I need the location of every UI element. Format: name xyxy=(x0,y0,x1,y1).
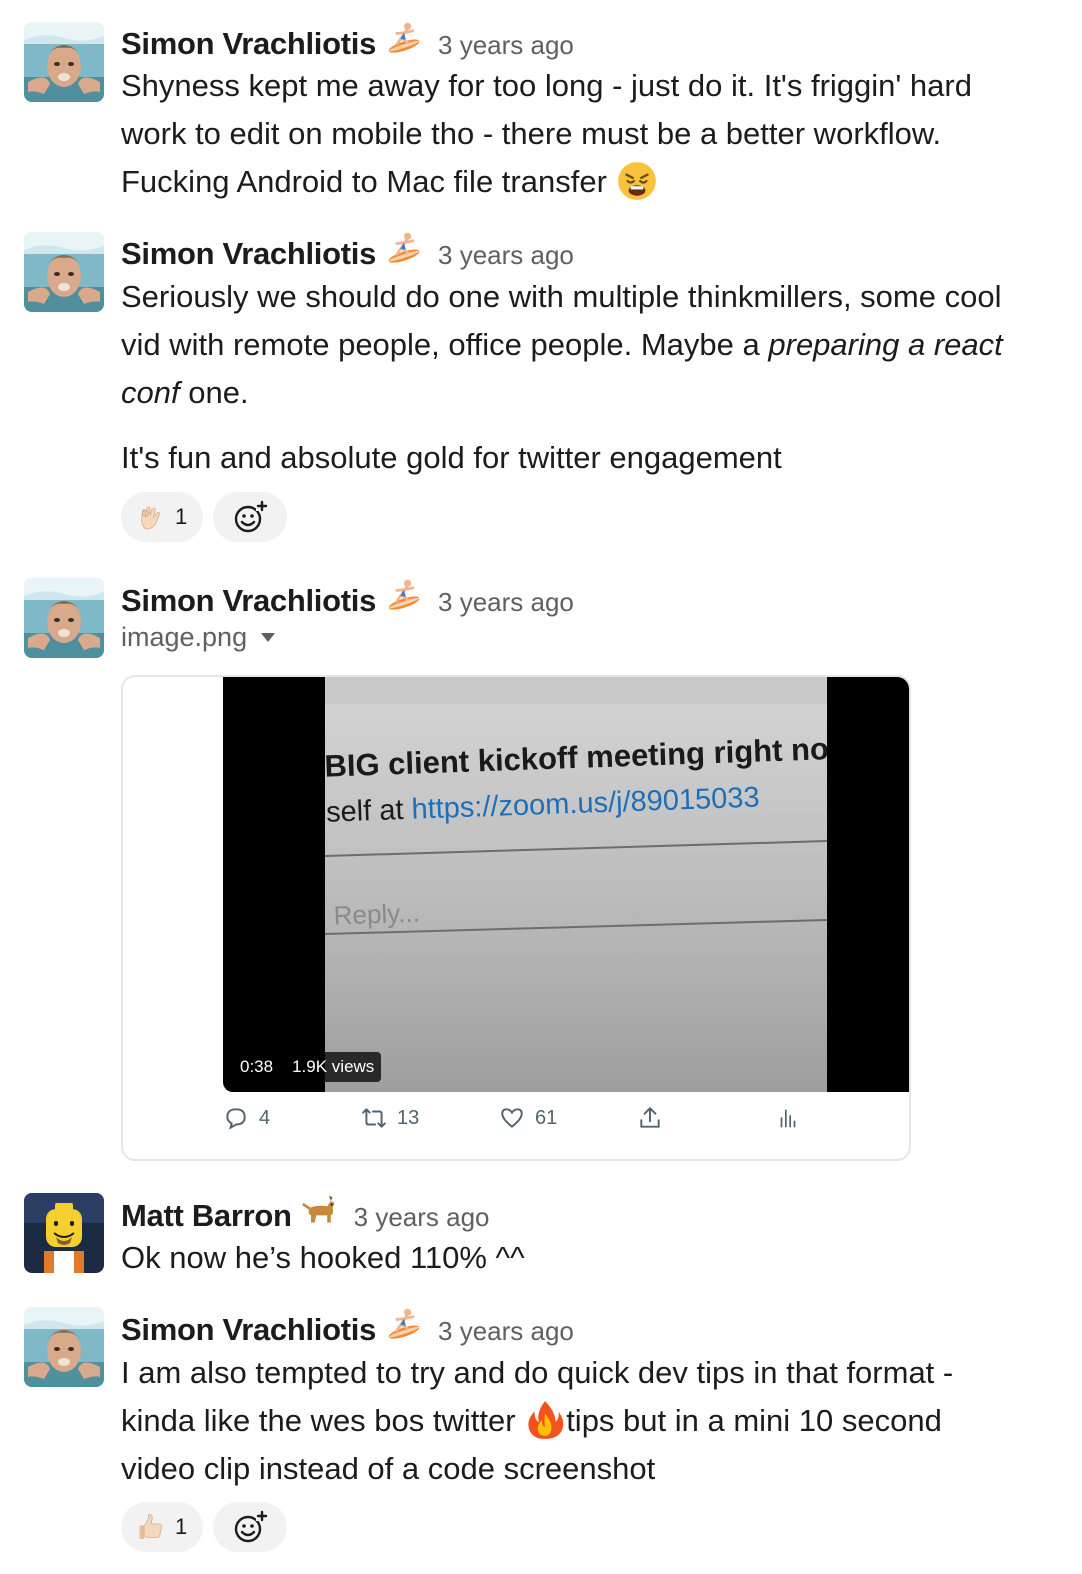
text-line: Seriously we should do one with multiple… xyxy=(121,279,1002,314)
avatar[interactable] xyxy=(24,1307,104,1387)
reply-icon xyxy=(226,1108,246,1130)
avatar[interactable] xyxy=(24,232,104,312)
timestamp[interactable]: 3 years ago xyxy=(438,240,574,271)
video-duration: 0:38 xyxy=(233,1052,281,1082)
text-line: Shyness kept me away for too long - just… xyxy=(121,68,972,103)
retweet-button[interactable]: 13 xyxy=(361,1105,499,1131)
avatar[interactable] xyxy=(24,578,104,658)
heart-icon xyxy=(501,1108,523,1128)
analytics-button[interactable] xyxy=(775,1105,909,1131)
message-text: Seriously we should do one with multiple… xyxy=(121,273,1060,482)
reply-count: 4 xyxy=(259,1106,271,1129)
message-text: Shyness kept me away for too long - just… xyxy=(121,62,1060,206)
author-name[interactable]: Simon Vrachliotis xyxy=(121,236,376,272)
message-text: Ok now he’s hooked 110% ^^ xyxy=(121,1240,525,1275)
avatar[interactable] xyxy=(24,1193,104,1273)
add-reaction-button[interactable] xyxy=(213,1502,288,1552)
video-views: 1.9K views xyxy=(285,1052,382,1082)
message-text: I am also tempted to try and do quick de… xyxy=(121,1349,1060,1493)
timestamp[interactable]: 3 years ago xyxy=(438,587,574,618)
add-reaction-button[interactable] xyxy=(213,492,288,542)
reaction-ok-hand[interactable]: 1 xyxy=(121,492,204,542)
text-line: kinda like the wes bos twitter tips but … xyxy=(121,1397,1060,1445)
surfer-icon xyxy=(386,1306,422,1350)
reaction-thumbs-up[interactable]: 1 xyxy=(121,1502,204,1552)
text-line: video clip instead of a code screenshot xyxy=(121,1451,656,1486)
file-name-toggle[interactable]: image.png xyxy=(121,622,276,653)
author-name[interactable]: Simon Vrachliotis xyxy=(121,1312,376,1348)
video-player[interactable]: BIG client kickoff meeting right no self… xyxy=(223,677,909,1092)
like-button[interactable]: 61 xyxy=(499,1105,637,1131)
add-emoji-icon xyxy=(235,500,269,533)
reaction-count: 1 xyxy=(175,1514,188,1539)
share-icon xyxy=(640,1106,660,1128)
author-name[interactable]: Simon Vrachliotis xyxy=(121,26,376,62)
text-line: I am also tempted to try and do quick de… xyxy=(121,1355,954,1390)
timestamp[interactable]: 3 years ago xyxy=(438,1316,574,1347)
text-line: conf one. xyxy=(121,375,249,410)
share-button[interactable] xyxy=(637,1105,775,1131)
analytics-icon xyxy=(780,1109,796,1128)
surfer-icon xyxy=(386,577,422,621)
author-name[interactable]: Matt Barron xyxy=(121,1198,292,1234)
text-line: Fucking Android to Mac file transfer xyxy=(121,158,1060,206)
like-count: 61 xyxy=(535,1106,558,1129)
ok-hand-icon xyxy=(135,502,165,532)
text-line: work to edit on mobile tho - there must … xyxy=(121,116,942,151)
text-line: vid with remote people, office people. M… xyxy=(121,327,1003,362)
timestamp[interactable]: 3 years ago xyxy=(354,1202,490,1233)
retweet-count: 13 xyxy=(397,1106,420,1129)
retweet-icon xyxy=(362,1108,386,1128)
screen-reply-placeholder: Reply... xyxy=(333,898,420,931)
timestamp[interactable]: 3 years ago xyxy=(438,30,574,61)
avatar[interactable] xyxy=(24,22,104,102)
video-frame: BIG client kickoff meeting right no self… xyxy=(325,677,827,1092)
add-emoji-icon xyxy=(235,1510,269,1543)
author-name[interactable]: Simon Vrachliotis xyxy=(121,583,376,619)
surfer-icon xyxy=(386,230,422,274)
surfer-icon xyxy=(386,20,422,64)
text-line: It's fun and absolute gold for twitter e… xyxy=(121,440,782,475)
chevron-down-icon xyxy=(261,633,276,642)
weary-face-icon xyxy=(616,160,658,202)
reply-button[interactable]: 4 xyxy=(223,1105,361,1131)
dog-icon xyxy=(302,1192,338,1236)
fire-icon xyxy=(524,1399,566,1441)
reaction-count: 1 xyxy=(175,504,188,529)
image-attachment[interactable]: BIG client kickoff meeting right no self… xyxy=(121,675,911,1161)
thumbs-up-icon xyxy=(135,1512,165,1542)
file-name: image.png xyxy=(121,622,248,652)
